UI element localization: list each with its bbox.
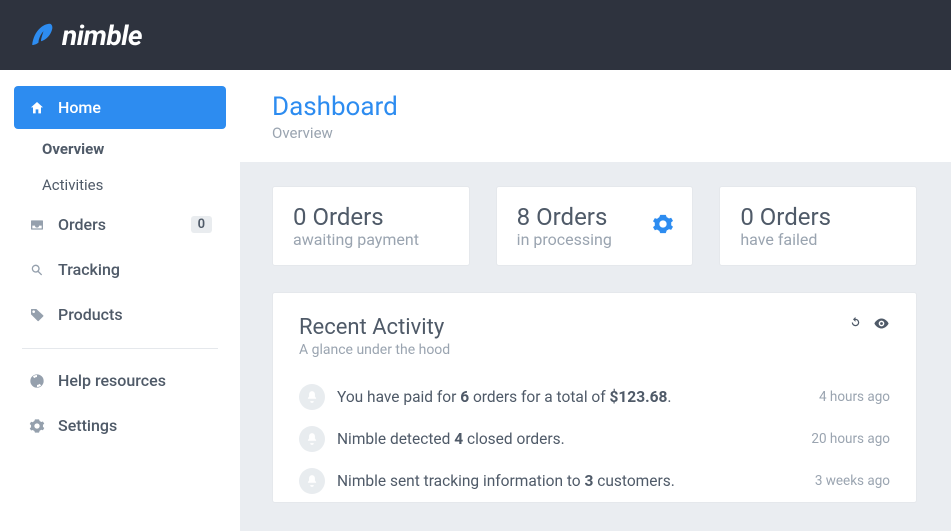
activity-time: 4 hours ago <box>819 389 890 405</box>
activity-text: Nimble sent tracking information to 3 cu… <box>337 472 803 490</box>
page-header: Dashboard Overview <box>240 70 951 162</box>
main-content: Dashboard Overview 0 Orders awaiting pay… <box>240 70 951 531</box>
feather-icon <box>26 16 56 54</box>
divider <box>22 348 218 349</box>
page-title: Dashboard <box>272 92 919 122</box>
activity-card: Recent Activity A glance under the hood <box>272 292 917 503</box>
activity-time: 3 weeks ago <box>815 473 890 489</box>
stat-count: 8 <box>517 203 531 231</box>
sidebar-item-label: Products <box>58 305 212 324</box>
brand-name: nimble <box>62 19 142 52</box>
activity-list: You have paid for 6 orders for a total o… <box>299 376 890 502</box>
sidebar-item-label: Home <box>58 98 212 117</box>
activity-item: Nimble sent tracking information to 3 cu… <box>299 460 890 502</box>
stat-card-failed[interactable]: 0 Orders have failed <box>719 186 917 266</box>
sidebar-item-settings[interactable]: Settings <box>14 404 226 447</box>
stat-card-awaiting[interactable]: 0 Orders awaiting payment <box>272 186 470 266</box>
stat-label: awaiting payment <box>293 230 449 249</box>
activity-title: Recent Activity <box>299 315 450 340</box>
brand-logo[interactable]: nimble <box>26 16 142 54</box>
gear-icon <box>28 417 46 435</box>
sidebar-item-label: Settings <box>58 416 212 435</box>
stat-label: in processing <box>517 230 673 249</box>
bell-icon <box>299 384 325 410</box>
page-subtitle: Overview <box>272 124 919 142</box>
activity-subtitle: A glance under the hood <box>299 342 450 358</box>
stat-unit: Orders <box>536 203 607 231</box>
home-icon <box>28 99 46 117</box>
activity-item: Nimble detected 4 closed orders. 20 hour… <box>299 418 890 460</box>
bell-icon <box>299 468 325 494</box>
sidebar-item-orders[interactable]: Orders 0 <box>14 203 226 246</box>
stat-unit: Orders <box>312 203 383 231</box>
sidebar-sub-activities[interactable]: Activities <box>14 167 226 203</box>
sidebar-item-label: Help resources <box>58 371 212 390</box>
stat-card-processing[interactable]: 8 Orders in processing <box>496 186 694 266</box>
tag-icon <box>28 306 46 324</box>
orders-count-badge: 0 <box>191 216 212 233</box>
inbox-icon <box>28 216 46 234</box>
sidebar-item-products[interactable]: Products <box>14 293 226 336</box>
stat-row: 0 Orders awaiting payment 8 Orders in pr… <box>272 186 917 266</box>
bell-icon <box>299 426 325 452</box>
activity-time: 20 hours ago <box>811 431 890 447</box>
activity-text: You have paid for 6 orders for a total o… <box>337 388 807 406</box>
life-ring-icon <box>28 372 46 390</box>
sidebar-sub-overview[interactable]: Overview <box>14 131 226 167</box>
activity-text: Nimble detected 4 closed orders. <box>337 430 799 448</box>
stat-count: 0 <box>740 203 754 231</box>
gear-icon <box>652 213 674 239</box>
sidebar-item-label: Orders <box>58 215 179 234</box>
stat-label: have failed <box>740 230 896 249</box>
sidebar-item-label: Tracking <box>58 260 212 279</box>
sidebar-item-help[interactable]: Help resources <box>14 359 226 402</box>
search-icon <box>28 261 46 279</box>
refresh-icon[interactable] <box>848 315 863 336</box>
sidebar-item-home[interactable]: Home <box>14 86 226 129</box>
stat-count: 0 <box>293 203 307 231</box>
top-bar: nimble <box>0 0 951 70</box>
sidebar: Home Overview Activities Orders 0 Tracki… <box>0 70 240 531</box>
activity-item: You have paid for 6 orders for a total o… <box>299 376 890 418</box>
sidebar-item-tracking[interactable]: Tracking <box>14 248 226 291</box>
eye-icon[interactable] <box>873 315 890 336</box>
stat-unit: Orders <box>760 203 831 231</box>
